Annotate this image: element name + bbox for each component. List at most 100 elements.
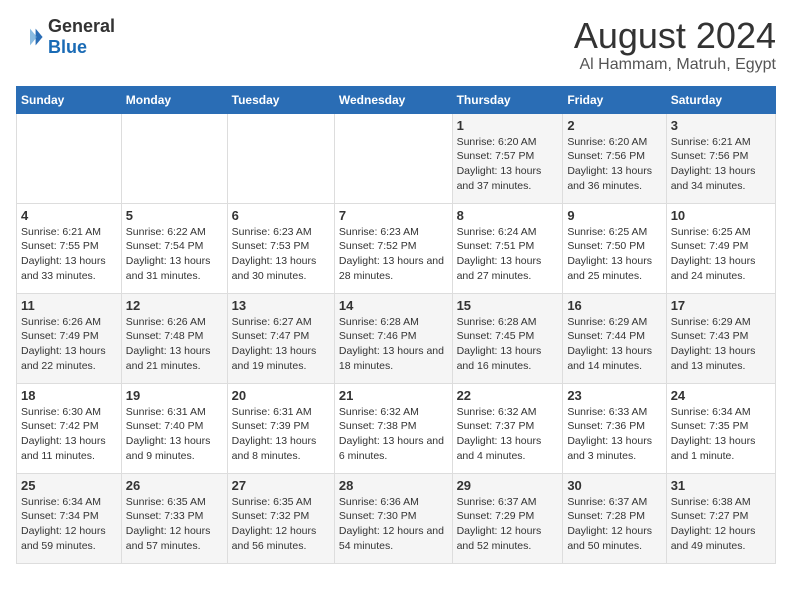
calendar-cell: 27 Sunrise: 6:35 AM Sunset: 7:32 PM Dayli… (227, 473, 334, 563)
day-number: 23 (567, 388, 661, 403)
calendar-cell: 5Sunrise: 6:22 AM Sunset: 7:54 PM Daylig… (121, 203, 227, 293)
calendar-week-row: 25 Sunrise: 6:34 AM Sunset: 7:34 PM Dayli… (17, 473, 776, 563)
day-header-monday: Monday (121, 86, 227, 113)
day-number: 14 (339, 298, 448, 313)
day-number: 9 (567, 208, 661, 223)
day-info: Sunrise: 6:32 AM Sunset: 7:38 PM Dayligh… (339, 405, 448, 464)
calendar-cell: 3Sunrise: 6:21 AM Sunset: 7:56 PM Daylig… (666, 113, 775, 203)
calendar-cell: 18Sunrise: 6:30 AM Sunset: 7:42 PM Dayli… (17, 383, 122, 473)
day-number: 12 (126, 298, 223, 313)
day-info: Sunrise: 6:34 AM Sunset: 7:34 PM Dayligh… (21, 495, 117, 554)
day-number: 20 (232, 388, 330, 403)
day-info: Sunrise: 6:31 AM Sunset: 7:40 PM Dayligh… (126, 405, 223, 464)
day-number: 29 (457, 478, 559, 493)
calendar-cell: 9Sunrise: 6:25 AM Sunset: 7:50 PM Daylig… (563, 203, 666, 293)
day-header-thursday: Thursday (452, 86, 563, 113)
calendar-cell (121, 113, 227, 203)
calendar-cell: 20Sunrise: 6:31 AM Sunset: 7:39 PM Dayli… (227, 383, 334, 473)
day-info: Sunrise: 6:29 AM Sunset: 7:43 PM Dayligh… (671, 315, 771, 374)
calendar-week-row: 1 Sunrise: 6:20 AM Sunset: 7:57 PM Daylig… (17, 113, 776, 203)
day-info: Sunrise: 6:37 AM Sunset: 7:29 PM Dayligh… (457, 495, 559, 554)
day-number: 10 (671, 208, 771, 223)
calendar-cell: 4 Sunrise: 6:21 AM Sunset: 7:55 PM Daylig… (17, 203, 122, 293)
day-number: 16 (567, 298, 661, 313)
day-info: Sunrise: 6:34 AM Sunset: 7:35 PM Dayligh… (671, 405, 771, 464)
day-info: Sunrise: 6:35 AM Sunset: 7:32 PM Dayligh… (232, 495, 330, 554)
day-number: 4 (21, 208, 117, 223)
sub-title: Al Hammam, Matruh, Egypt (574, 56, 776, 74)
day-number: 1 (457, 118, 559, 133)
day-number: 11 (21, 298, 117, 313)
day-info: Sunrise: 6:35 AM Sunset: 7:33 PM Dayligh… (126, 495, 223, 554)
logo-icon (16, 23, 44, 51)
day-info: Sunrise: 6:23 AM Sunset: 7:53 PM Dayligh… (232, 225, 330, 284)
calendar-cell: 7 Sunrise: 6:23 AM Sunset: 7:52 PM Daylig… (334, 203, 452, 293)
day-info: Sunrise: 6:27 AM Sunset: 7:47 PM Dayligh… (232, 315, 330, 374)
day-info: Sunrise: 6:32 AM Sunset: 7:37 PM Dayligh… (457, 405, 559, 464)
calendar-cell: 10 Sunrise: 6:25 AM Sunset: 7:49 PM Dayli… (666, 203, 775, 293)
calendar-week-row: 4 Sunrise: 6:21 AM Sunset: 7:55 PM Daylig… (17, 203, 776, 293)
day-info: Sunrise: 6:36 AM Sunset: 7:30 PM Dayligh… (339, 495, 448, 554)
calendar-cell: 11 Sunrise: 6:26 AM Sunset: 7:49 PM Dayli… (17, 293, 122, 383)
calendar-cell: 17Sunrise: 6:29 AM Sunset: 7:43 PM Dayli… (666, 293, 775, 383)
calendar-table: SundayMondayTuesdayWednesdayThursdayFrid… (16, 86, 776, 564)
day-header-sunday: Sunday (17, 86, 122, 113)
day-header-wednesday: Wednesday (334, 86, 452, 113)
day-info: Sunrise: 6:20 AM Sunset: 7:57 PM Dayligh… (457, 135, 559, 194)
calendar-cell: 16 Sunrise: 6:29 AM Sunset: 7:44 PM Dayli… (563, 293, 666, 383)
day-number: 31 (671, 478, 771, 493)
page-header: General Blue August 2024 Al Hammam, Matr… (16, 16, 776, 74)
day-number: 8 (457, 208, 559, 223)
title-block: August 2024 Al Hammam, Matruh, Egypt (574, 16, 776, 74)
day-info: Sunrise: 6:25 AM Sunset: 7:49 PM Dayligh… (671, 225, 771, 284)
main-title: August 2024 (574, 16, 776, 56)
day-info: Sunrise: 6:23 AM Sunset: 7:52 PM Dayligh… (339, 225, 448, 284)
day-number: 15 (457, 298, 559, 313)
calendar-week-row: 11 Sunrise: 6:26 AM Sunset: 7:49 PM Dayli… (17, 293, 776, 383)
logo-text: General Blue (48, 16, 115, 58)
logo: General Blue (16, 16, 115, 58)
calendar-cell: 8 Sunrise: 6:24 AM Sunset: 7:51 PM Daylig… (452, 203, 563, 293)
calendar-cell: 24 Sunrise: 6:34 AM Sunset: 7:35 PM Dayli… (666, 383, 775, 473)
calendar-week-row: 18Sunrise: 6:30 AM Sunset: 7:42 PM Dayli… (17, 383, 776, 473)
day-info: Sunrise: 6:21 AM Sunset: 7:55 PM Dayligh… (21, 225, 117, 284)
day-info: Sunrise: 6:29 AM Sunset: 7:44 PM Dayligh… (567, 315, 661, 374)
day-number: 6 (232, 208, 330, 223)
day-number: 3 (671, 118, 771, 133)
calendar-cell: 23Sunrise: 6:33 AM Sunset: 7:36 PM Dayli… (563, 383, 666, 473)
day-number: 27 (232, 478, 330, 493)
calendar-cell: 14 Sunrise: 6:28 AM Sunset: 7:46 PM Dayli… (334, 293, 452, 383)
day-info: Sunrise: 6:20 AM Sunset: 7:56 PM Dayligh… (567, 135, 661, 194)
calendar-cell: 15 Sunrise: 6:28 AM Sunset: 7:45 PM Dayli… (452, 293, 563, 383)
day-number: 21 (339, 388, 448, 403)
day-number: 24 (671, 388, 771, 403)
calendar-cell (227, 113, 334, 203)
logo-blue: Blue (48, 37, 87, 57)
calendar-cell: 21 Sunrise: 6:32 AM Sunset: 7:38 PM Dayli… (334, 383, 452, 473)
day-info: Sunrise: 6:28 AM Sunset: 7:46 PM Dayligh… (339, 315, 448, 374)
logo-general: General (48, 16, 115, 36)
day-info: Sunrise: 6:24 AM Sunset: 7:51 PM Dayligh… (457, 225, 559, 284)
calendar-cell: 1 Sunrise: 6:20 AM Sunset: 7:57 PM Daylig… (452, 113, 563, 203)
day-number: 30 (567, 478, 661, 493)
day-number: 28 (339, 478, 448, 493)
calendar-cell: 31Sunrise: 6:38 AM Sunset: 7:27 PM Dayli… (666, 473, 775, 563)
calendar-cell: 19 Sunrise: 6:31 AM Sunset: 7:40 PM Dayli… (121, 383, 227, 473)
day-info: Sunrise: 6:26 AM Sunset: 7:49 PM Dayligh… (21, 315, 117, 374)
day-number: 19 (126, 388, 223, 403)
day-header-friday: Friday (563, 86, 666, 113)
day-info: Sunrise: 6:37 AM Sunset: 7:28 PM Dayligh… (567, 495, 661, 554)
day-info: Sunrise: 6:28 AM Sunset: 7:45 PM Dayligh… (457, 315, 559, 374)
calendar-cell: 26Sunrise: 6:35 AM Sunset: 7:33 PM Dayli… (121, 473, 227, 563)
day-info: Sunrise: 6:26 AM Sunset: 7:48 PM Dayligh… (126, 315, 223, 374)
day-number: 22 (457, 388, 559, 403)
calendar-cell: 13 Sunrise: 6:27 AM Sunset: 7:47 PM Dayli… (227, 293, 334, 383)
day-number: 18 (21, 388, 117, 403)
calendar-cell: 22 Sunrise: 6:32 AM Sunset: 7:37 PM Dayli… (452, 383, 563, 473)
calendar-cell (17, 113, 122, 203)
day-number: 25 (21, 478, 117, 493)
calendar-cell: 2Sunrise: 6:20 AM Sunset: 7:56 PM Daylig… (563, 113, 666, 203)
day-number: 7 (339, 208, 448, 223)
calendar-cell: 30 Sunrise: 6:37 AM Sunset: 7:28 PM Dayli… (563, 473, 666, 563)
day-number: 13 (232, 298, 330, 313)
